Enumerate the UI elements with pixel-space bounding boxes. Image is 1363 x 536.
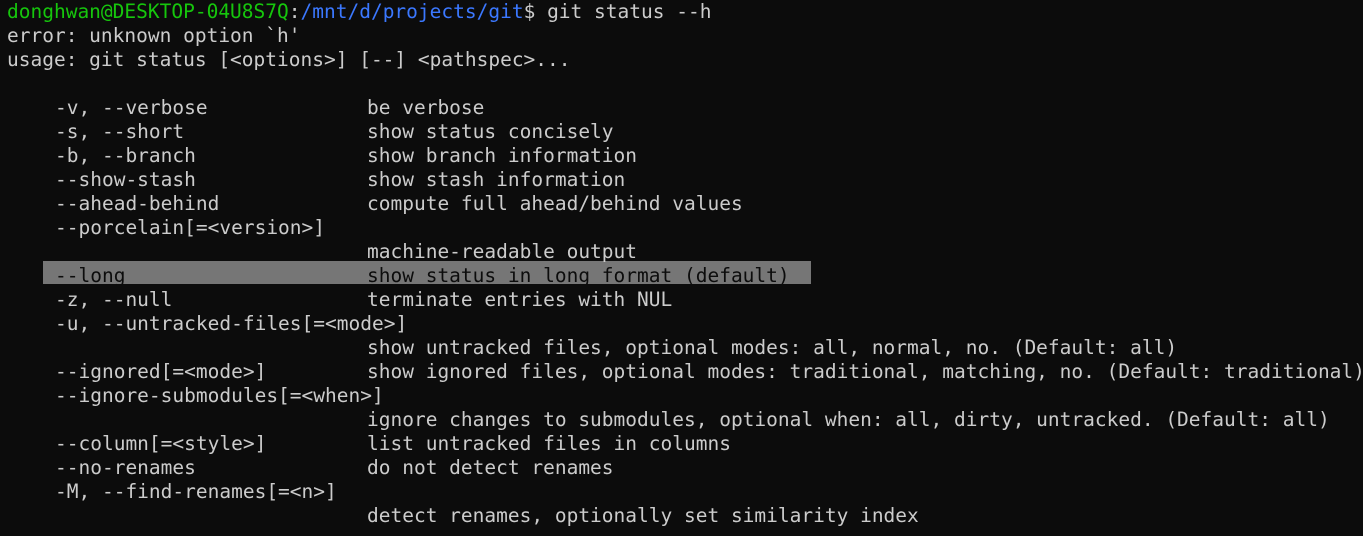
option-row: --ahead-behind compute full ahead/behind … xyxy=(7,192,1363,216)
prompt-line: donghwan@DESKTOP-04U8S7Q:/mnt/d/projects… xyxy=(7,0,1363,24)
option-row: -v, --verbose be verbose xyxy=(7,96,1363,120)
option-row: -z, --null terminate entries with NUL xyxy=(7,288,1363,312)
option-description: ignore changes to submodules, optional w… xyxy=(367,408,1330,431)
option-description: terminate entries with NUL xyxy=(367,288,673,311)
option-flag: -v, --verbose xyxy=(55,96,208,119)
prompt-user-host: donghwan@DESKTOP-04U8S7Q xyxy=(7,0,289,23)
option-description: show branch information xyxy=(367,144,638,167)
option-flag: -z, --null xyxy=(55,288,173,311)
option-row: -b, --branch show branch information xyxy=(7,144,1363,168)
option-description: show ignored files, optional modes: trad… xyxy=(367,360,1363,383)
option-flag: --ignore-submodules[=<when>] xyxy=(55,384,384,407)
option-flag: --no-renames xyxy=(55,456,196,479)
option-row: show untracked files, optional modes: al… xyxy=(7,336,1363,360)
option-flag: --porcelain[=<version>] xyxy=(55,216,326,239)
prompt-command: git status --h xyxy=(535,0,712,23)
options-list: -v, --verbose be verbose -s, --short show s… xyxy=(7,96,1363,528)
option-flag: --ahead-behind xyxy=(55,192,220,215)
option-flag: --show-stash xyxy=(55,168,196,191)
option-description: be verbose xyxy=(367,96,485,119)
terminal-window[interactable]: donghwan@DESKTOP-04U8S7Q:/mnt/d/projects… xyxy=(0,0,1363,536)
option-flag: -s, --short xyxy=(55,120,185,143)
option-row: --ignore-submodules[=<when>] xyxy=(7,384,1363,408)
option-row: machine-readable output xyxy=(7,240,1363,264)
option-row: --show-stash show stash information xyxy=(7,168,1363,192)
option-description: compute full ahead/behind values xyxy=(367,192,743,215)
option-row: --long show status in long format (defaul… xyxy=(7,264,1363,288)
option-row: -M, --find-renames[=<n>] xyxy=(7,480,1363,504)
prompt-cwd: /mnt/d/projects/git xyxy=(300,0,524,23)
option-row: --column[=<style>] list untracked files i… xyxy=(7,432,1363,456)
option-flag: -u, --untracked-files[=<mode>] xyxy=(55,312,408,335)
option-flag: -M, --find-renames[=<n>] xyxy=(55,480,337,503)
option-description: show stash information xyxy=(367,168,626,191)
option-row: ignore changes to submodules, optional w… xyxy=(7,408,1363,432)
option-row: detect renames, optionally set similarit… xyxy=(7,504,1363,528)
error-line: error: unknown option `h' xyxy=(7,24,301,47)
option-description: show status concisely xyxy=(367,120,614,143)
option-flag: --long xyxy=(55,264,126,287)
option-description: detect renames, optionally set similarit… xyxy=(367,504,919,527)
option-flag: -b, --branch xyxy=(55,144,196,167)
option-description: machine-readable output xyxy=(367,240,638,263)
option-flag: --column[=<style>] xyxy=(55,432,267,455)
option-description: do not detect renames xyxy=(367,456,614,479)
prompt-separator: : xyxy=(288,0,301,23)
option-flag: --ignored[=<mode>] xyxy=(55,360,267,383)
usage-line: usage: git status [<options>] [--] <path… xyxy=(7,48,571,71)
option-description: show status in long format (default) xyxy=(367,264,790,287)
option-description: list untracked files in columns xyxy=(367,432,731,455)
prompt-symbol: $ xyxy=(523,0,536,23)
option-row: --ignored[=<mode>] show ignored files, op… xyxy=(7,360,1363,384)
option-row: --porcelain[=<version>] xyxy=(7,216,1363,240)
option-row: -s, --short show status concisely xyxy=(7,120,1363,144)
option-row: --no-renames do not detect renames xyxy=(7,456,1363,480)
option-row: -u, --untracked-files[=<mode>] xyxy=(7,312,1363,336)
option-description: show untracked files, optional modes: al… xyxy=(367,336,1178,359)
